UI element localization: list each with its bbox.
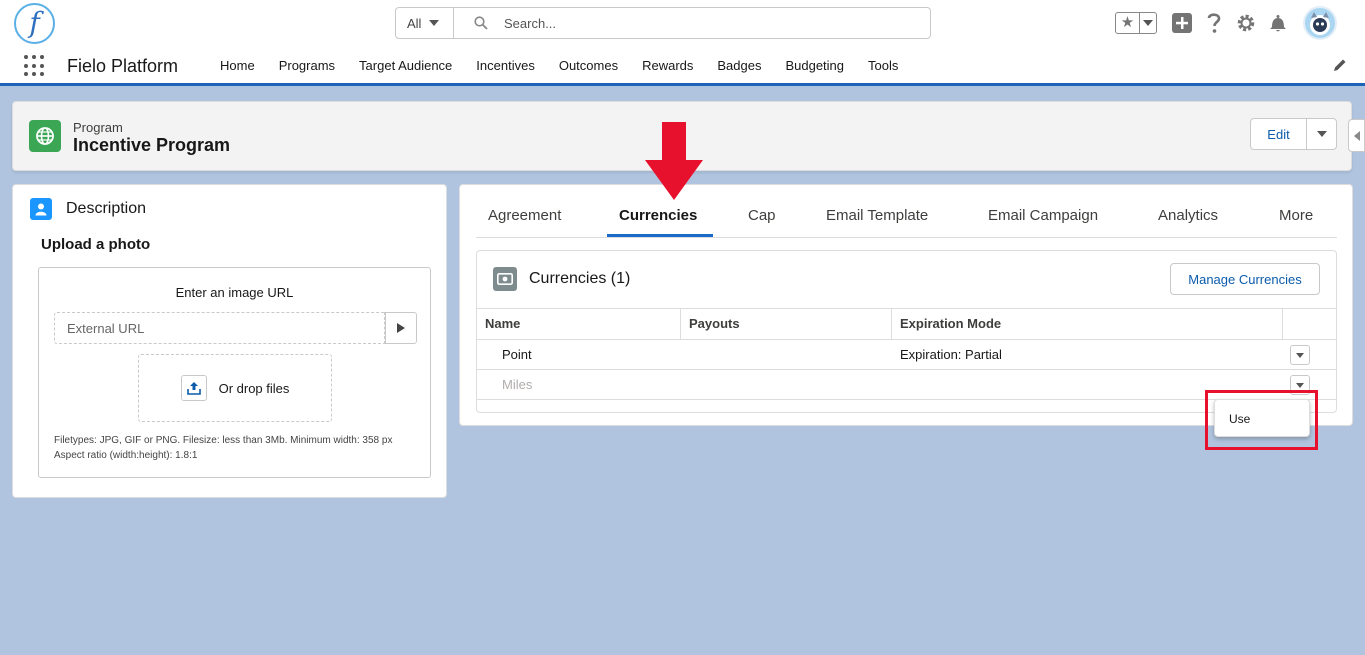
globe-icon [36, 127, 54, 145]
plus-icon [1172, 13, 1192, 33]
tab-cap[interactable]: Cap [748, 207, 776, 224]
chevron-down-icon [1296, 352, 1304, 358]
submit-url-button[interactable] [385, 312, 417, 344]
search-input[interactable] [504, 15, 884, 31]
active-tab-indicator [607, 234, 713, 237]
search-icon [474, 16, 488, 30]
table-row: Point Expiration: Partial [477, 340, 1336, 370]
user-avatar[interactable] [1303, 6, 1337, 40]
upload-help-line: Aspect ratio (width:height): 1.8:1 [54, 450, 198, 461]
chevron-down-icon [1143, 20, 1153, 26]
manage-currencies-button[interactable]: Manage Currencies [1170, 263, 1320, 295]
nav-item-target-audience[interactable]: Target Audience [347, 46, 464, 86]
red-arrow-annotation [645, 122, 703, 200]
tab-email-campaign[interactable]: Email Campaign [988, 207, 1098, 224]
app-navigation-bar: Fielo Platform Home Programs Target Audi… [0, 46, 1365, 86]
app-launcher-button[interactable] [24, 55, 46, 77]
search-scope-select[interactable]: All [396, 8, 454, 38]
nav-item-programs[interactable]: Programs [267, 46, 347, 86]
pencil-icon[interactable] [1333, 58, 1347, 72]
image-url-label: Enter an image URL [175, 285, 294, 300]
upload-help-line: Filetypes: JPG, GIF or PNG. Filesize: le… [54, 435, 393, 446]
column-header-payouts[interactable]: Payouts [681, 309, 892, 339]
record-actions: Edit [1250, 118, 1337, 150]
global-search: All [395, 7, 931, 39]
nav-item-budgeting[interactable]: Budgeting [773, 46, 856, 86]
currency-name-cell: Point [502, 347, 532, 362]
tab-bar: Agreement Currencies Cap Email Template … [476, 122, 1337, 238]
photo-upload-panel: Enter an image URL Or drop files Filetyp… [38, 267, 431, 478]
global-header: f All ★ [0, 0, 1365, 46]
row-actions-button[interactable] [1290, 345, 1310, 365]
global-actions-button[interactable] [1171, 12, 1193, 34]
chevron-left-icon [1353, 130, 1360, 141]
header-utility-icons: ★ [1115, 6, 1337, 40]
star-icon: ★ [1116, 13, 1140, 33]
drop-files-label: Or drop files [218, 380, 290, 396]
record-type-label: Program [73, 120, 123, 135]
favorites-menu-button[interactable] [1140, 20, 1156, 26]
red-highlight-annotation [1205, 390, 1318, 450]
currencies-list-icon [493, 267, 517, 291]
chevron-down-icon [1316, 131, 1327, 137]
notifications-button[interactable] [1267, 12, 1289, 34]
app-name: Fielo Platform [67, 56, 179, 76]
upload-files-button[interactable] [180, 375, 207, 401]
setup-button[interactable] [1235, 12, 1257, 34]
logo-letter: f [29, 5, 40, 39]
currencies-list-title: Currencies (1) [529, 270, 631, 287]
file-drop-zone[interactable]: Or drop files [138, 354, 332, 422]
column-header-name[interactable]: Name [477, 309, 681, 339]
chevron-down-icon [1296, 382, 1304, 388]
external-url-input[interactable] [54, 312, 385, 344]
utility-panel-toggle[interactable] [1348, 119, 1365, 152]
search-field [454, 8, 930, 38]
fielo-logo[interactable]: f [14, 3, 55, 44]
table-header-row: Name Payouts Expiration Mode [477, 308, 1336, 340]
nav-items: Home Programs Target Audience Incentives… [208, 46, 910, 86]
currency-expiration-cell: Expiration: Partial [900, 347, 1002, 362]
currencies-table: Name Payouts Expiration Mode Point Expir… [477, 308, 1336, 400]
edit-button[interactable]: Edit [1250, 118, 1307, 150]
tab-analytics[interactable]: Analytics [1158, 207, 1218, 224]
money-icon [497, 273, 513, 285]
description-card: Description Upload a photo Enter an imag… [12, 184, 447, 498]
gear-icon [1237, 14, 1255, 32]
upload-photo-title: Upload a photo [41, 236, 151, 253]
tab-agreement[interactable]: Agreement [488, 207, 561, 224]
program-record-icon [29, 120, 61, 152]
nav-item-outcomes[interactable]: Outcomes [547, 46, 630, 86]
search-scope-label: All [407, 15, 422, 31]
currencies-related-list: Currencies (1) Manage Currencies Name Pa… [476, 250, 1337, 413]
more-actions-button[interactable] [1307, 118, 1337, 150]
nav-item-home[interactable]: Home [208, 46, 267, 86]
tab-email-template[interactable]: Email Template [826, 207, 928, 224]
upload-help-text: Filetypes: JPG, GIF or PNG. Filesize: le… [54, 433, 424, 463]
description-card-title: Description [66, 200, 147, 217]
upload-icon [186, 382, 201, 395]
currency-name-cell: Miles [502, 377, 533, 392]
astro-avatar-icon [1310, 12, 1330, 35]
record-title: Incentive Program [73, 135, 231, 155]
nav-item-tools[interactable]: Tools [856, 46, 910, 86]
play-icon [397, 323, 405, 333]
description-card-icon [30, 198, 52, 220]
help-button[interactable] [1203, 12, 1225, 34]
tab-more[interactable]: More [1279, 207, 1313, 224]
help-icon [1207, 13, 1221, 33]
chevron-down-icon [429, 20, 440, 26]
tab-currencies[interactable]: Currencies [619, 207, 697, 224]
user-icon [35, 203, 47, 216]
column-header-expiration-mode[interactable]: Expiration Mode [892, 309, 1283, 339]
favorites-button[interactable]: ★ [1115, 12, 1157, 34]
nav-item-incentives[interactable]: Incentives [464, 46, 547, 86]
nav-item-badges[interactable]: Badges [705, 46, 773, 86]
nav-item-rewards[interactable]: Rewards [630, 46, 705, 86]
bell-icon [1270, 15, 1286, 32]
